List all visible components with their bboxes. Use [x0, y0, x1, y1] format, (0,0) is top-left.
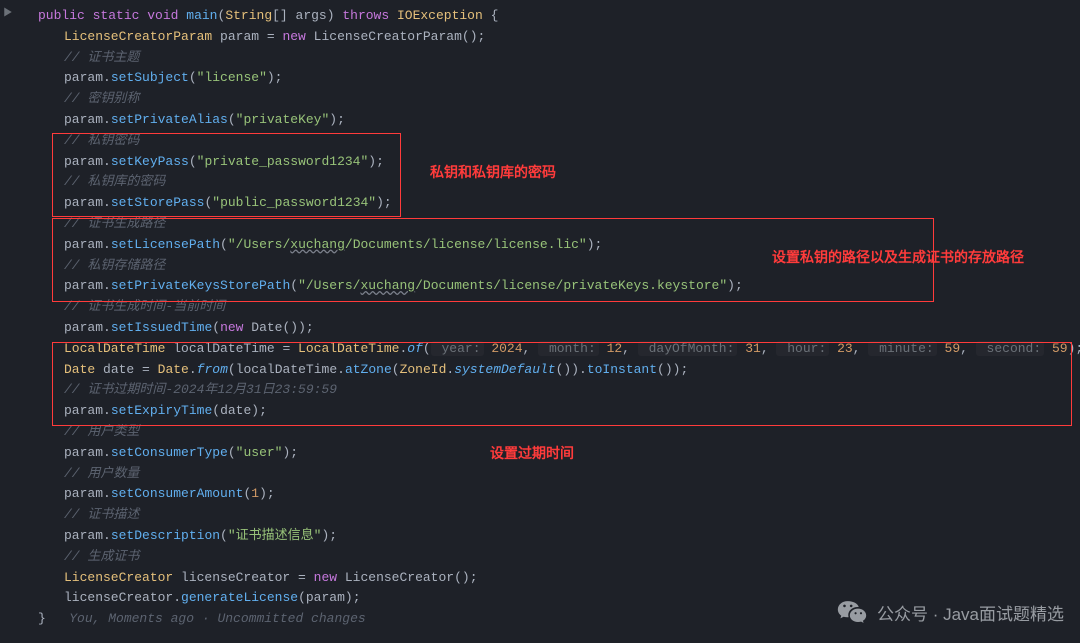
code-comment: // 证书生成路径 [20, 214, 1080, 235]
code-comment: // 证书主题 [20, 48, 1080, 69]
code-comment: // 私钥存储路径 [20, 256, 1080, 277]
code-comment: // 用户类型 [20, 422, 1080, 443]
code-comment: // 证书描述 [20, 505, 1080, 526]
code-line: LicenseCreator licenseCreator = new Lice… [20, 568, 1080, 589]
code-line: } You, Moments ago · Uncommitted changes [20, 609, 1080, 630]
code-line: param.setPrivateAlias("privateKey"); [20, 110, 1080, 131]
code-comment: // 私钥库的密码 [20, 172, 1080, 193]
code-line: param.setLicensePath("/Users/xuchang/Doc… [20, 235, 1080, 256]
git-blame-inline: You, Moments ago · Uncommitted changes [69, 611, 365, 626]
code-line: param.setPrivateKeysStorePath("/Users/xu… [20, 276, 1080, 297]
code-line: param.setIssuedTime(new Date()); [20, 318, 1080, 339]
code-comment: // 私钥密码 [20, 131, 1080, 152]
code-comment: // 生成证书 [20, 547, 1080, 568]
code-line: LicenseCreatorParam param = new LicenseC… [20, 27, 1080, 48]
code-line: Date date = Date.from(localDateTime.atZo… [20, 360, 1080, 381]
code-line: param.setExpiryTime(date); [20, 401, 1080, 422]
code-editor[interactable]: public static void main(String[] args) t… [0, 0, 1080, 636]
code-line: param.setConsumerAmount(1); [20, 484, 1080, 505]
code-comment: // 密钥别称 [20, 89, 1080, 110]
code-comment: // 证书过期时间-2024年12月31日23:59:59 [20, 380, 1080, 401]
code-line: param.setStorePass("public_password1234"… [20, 193, 1080, 214]
code-line: param.setDescription("证书描述信息"); [20, 526, 1080, 547]
code-line: param.setSubject("license"); [20, 68, 1080, 89]
code-line: LocalDateTime localDateTime = LocalDateT… [20, 339, 1080, 360]
code-line: licenseCreator.generateLicense(param); [20, 588, 1080, 609]
code-line: public static void main(String[] args) t… [20, 6, 1080, 27]
code-line: param.setConsumerType("user"); [20, 443, 1080, 464]
code-comment: // 证书生成时间-当前时间 [20, 297, 1080, 318]
play-gutter-icon[interactable] [2, 6, 14, 18]
code-line: param.setKeyPass("private_password1234")… [20, 152, 1080, 173]
code-comment: // 用户数量 [20, 464, 1080, 485]
